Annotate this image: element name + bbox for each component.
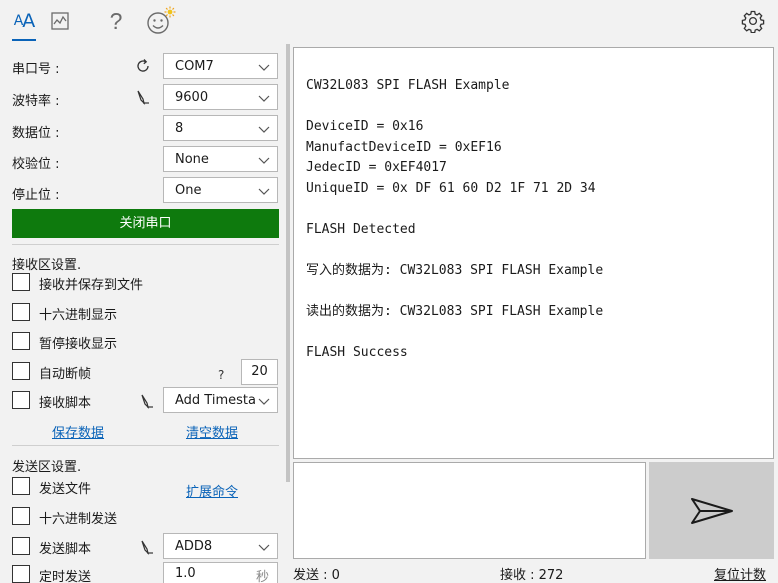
send-script-checkbox[interactable]: [12, 537, 30, 555]
save-data-link[interactable]: 保存数据: [52, 422, 104, 441]
help-glyph: ?: [109, 7, 123, 34]
send-settings-title: 发送区设置.: [12, 460, 82, 475]
divider: [12, 445, 279, 446]
databits-value: 8: [175, 121, 184, 136]
stopbits-select[interactable]: One: [163, 177, 278, 203]
help-icon[interactable]: ?: [102, 4, 130, 38]
receive-line: 读出的数据为: CW32L083 SPI FLASH Example: [306, 303, 604, 319]
receive-line: DeviceID = 0x16: [306, 119, 424, 134]
databits-select[interactable]: 8: [163, 115, 278, 141]
receive-line: FLASH Success: [306, 344, 408, 360]
receive-line: CW32L083 SPI FLASH Example: [306, 78, 510, 93]
script-edit-icon[interactable]: [138, 392, 156, 410]
chevron-down-icon: [258, 126, 270, 133]
receive-line: [306, 199, 761, 220]
pause-display-checkbox[interactable]: [12, 332, 30, 350]
receive-line: [306, 240, 761, 261]
timed-send-unit: 秒: [255, 570, 269, 583]
port-value: COM7: [175, 59, 214, 74]
received-count: 接收 : 272: [500, 568, 564, 583]
font-icon-big-a: A: [22, 10, 35, 32]
send-file-label: 发送文件: [39, 482, 92, 497]
active-tab-indicator: [12, 39, 36, 41]
send-script-value: ADD8: [175, 539, 213, 554]
script-edit-icon[interactable]: [134, 88, 152, 106]
receive-line: ManufactDeviceID = 0xEF16: [306, 139, 502, 155]
gear-icon[interactable]: [736, 4, 770, 38]
refresh-icon[interactable]: [134, 57, 152, 75]
panel-splitter[interactable]: [286, 44, 290, 482]
font-icon-small-a: A: [13, 13, 24, 29]
recv-script-label: 接收脚本: [39, 396, 92, 411]
receive-line: [306, 97, 761, 118]
baud-value: 9600: [175, 90, 209, 105]
receive-line: JedecID = 0xEF4017: [306, 160, 447, 175]
auto-frame-input[interactable]: 20: [241, 359, 278, 385]
recv-script-checkbox[interactable]: [12, 391, 30, 409]
chevron-down-icon: [258, 64, 270, 71]
parity-label: 校验位 :: [12, 157, 60, 172]
script-edit-icon[interactable]: [138, 538, 156, 556]
auto-frame-label: 自动断帧: [39, 367, 92, 382]
chevron-down-icon: [258, 157, 270, 164]
chart-icon[interactable]: [46, 4, 74, 38]
parity-select[interactable]: None: [163, 146, 278, 172]
auto-frame-help[interactable]: ?: [218, 368, 224, 382]
font-settings-icon[interactable]: AA: [10, 4, 38, 38]
stopbits-label: 停止位 :: [12, 188, 60, 203]
hex-display-label: 十六进制显示: [39, 308, 118, 323]
receive-line: 写入的数据为: CW32L083 SPI FLASH Example: [306, 262, 604, 278]
receive-textarea[interactable]: CW32L083 SPI FLASH Example DeviceID = 0x1…: [293, 47, 774, 459]
pause-display-label: 暂停接收显示: [39, 337, 118, 352]
receive-line: [306, 322, 761, 343]
close-port-button[interactable]: 关闭串口: [12, 209, 279, 238]
extend-command-link[interactable]: 扩展命令: [186, 481, 238, 500]
send-script-label: 发送脚本: [39, 542, 92, 557]
send-file-checkbox[interactable]: [12, 477, 30, 495]
reset-count-link[interactable]: 复位计数: [714, 564, 766, 583]
parity-value: None: [175, 152, 209, 167]
recv-script-select[interactable]: Add Timesta: [163, 387, 278, 413]
send-button[interactable]: [649, 462, 774, 559]
save-to-file-checkbox[interactable]: [12, 273, 30, 291]
chevron-down-icon: [258, 398, 270, 405]
timed-send-value: 1.0: [175, 566, 196, 581]
send-arrow-icon: [690, 497, 733, 524]
receive-settings-title: 接收区设置.: [12, 258, 82, 273]
port-label: 串口号 :: [12, 62, 60, 77]
smiley-icon[interactable]: [144, 4, 178, 38]
clear-data-link[interactable]: 清空数据: [186, 422, 238, 441]
settings-panel: 串口号 : COM7 波特率 : 9600 数据位 : 8 校验位 : None…: [0, 44, 284, 583]
divider: [12, 244, 279, 245]
receive-line: UniqueID = 0x DF 61 60 D2 1F 71 2D 34: [306, 180, 596, 196]
timed-send-checkbox[interactable]: [12, 565, 30, 583]
timed-send-label: 定时发送: [39, 570, 92, 583]
recv-script-value: Add Timesta: [175, 393, 256, 408]
port-select[interactable]: COM7: [163, 53, 278, 79]
receive-line: [306, 281, 761, 302]
receive-line: FLASH Detected: [306, 221, 416, 237]
hex-send-label: 十六进制发送: [39, 512, 118, 527]
send-script-select[interactable]: ADD8: [163, 533, 278, 559]
chevron-down-icon: [258, 95, 270, 102]
save-to-file-label: 接收并保存到文件: [39, 278, 144, 293]
baud-label: 波特率 :: [12, 94, 60, 109]
baud-select[interactable]: 9600: [163, 84, 278, 110]
stopbits-value: One: [175, 183, 202, 198]
hex-send-checkbox[interactable]: [12, 507, 30, 525]
toolbar: AA ?: [0, 0, 778, 44]
hex-display-checkbox[interactable]: [12, 303, 30, 321]
send-textarea[interactable]: [293, 462, 646, 559]
auto-frame-checkbox[interactable]: [12, 362, 30, 380]
sent-count: 发送 : 0: [293, 568, 340, 583]
databits-label: 数据位 :: [12, 126, 60, 141]
chevron-down-icon: [258, 544, 270, 551]
chevron-down-icon: [258, 188, 270, 195]
timed-send-interval-input[interactable]: 1.0 秒: [163, 562, 278, 583]
